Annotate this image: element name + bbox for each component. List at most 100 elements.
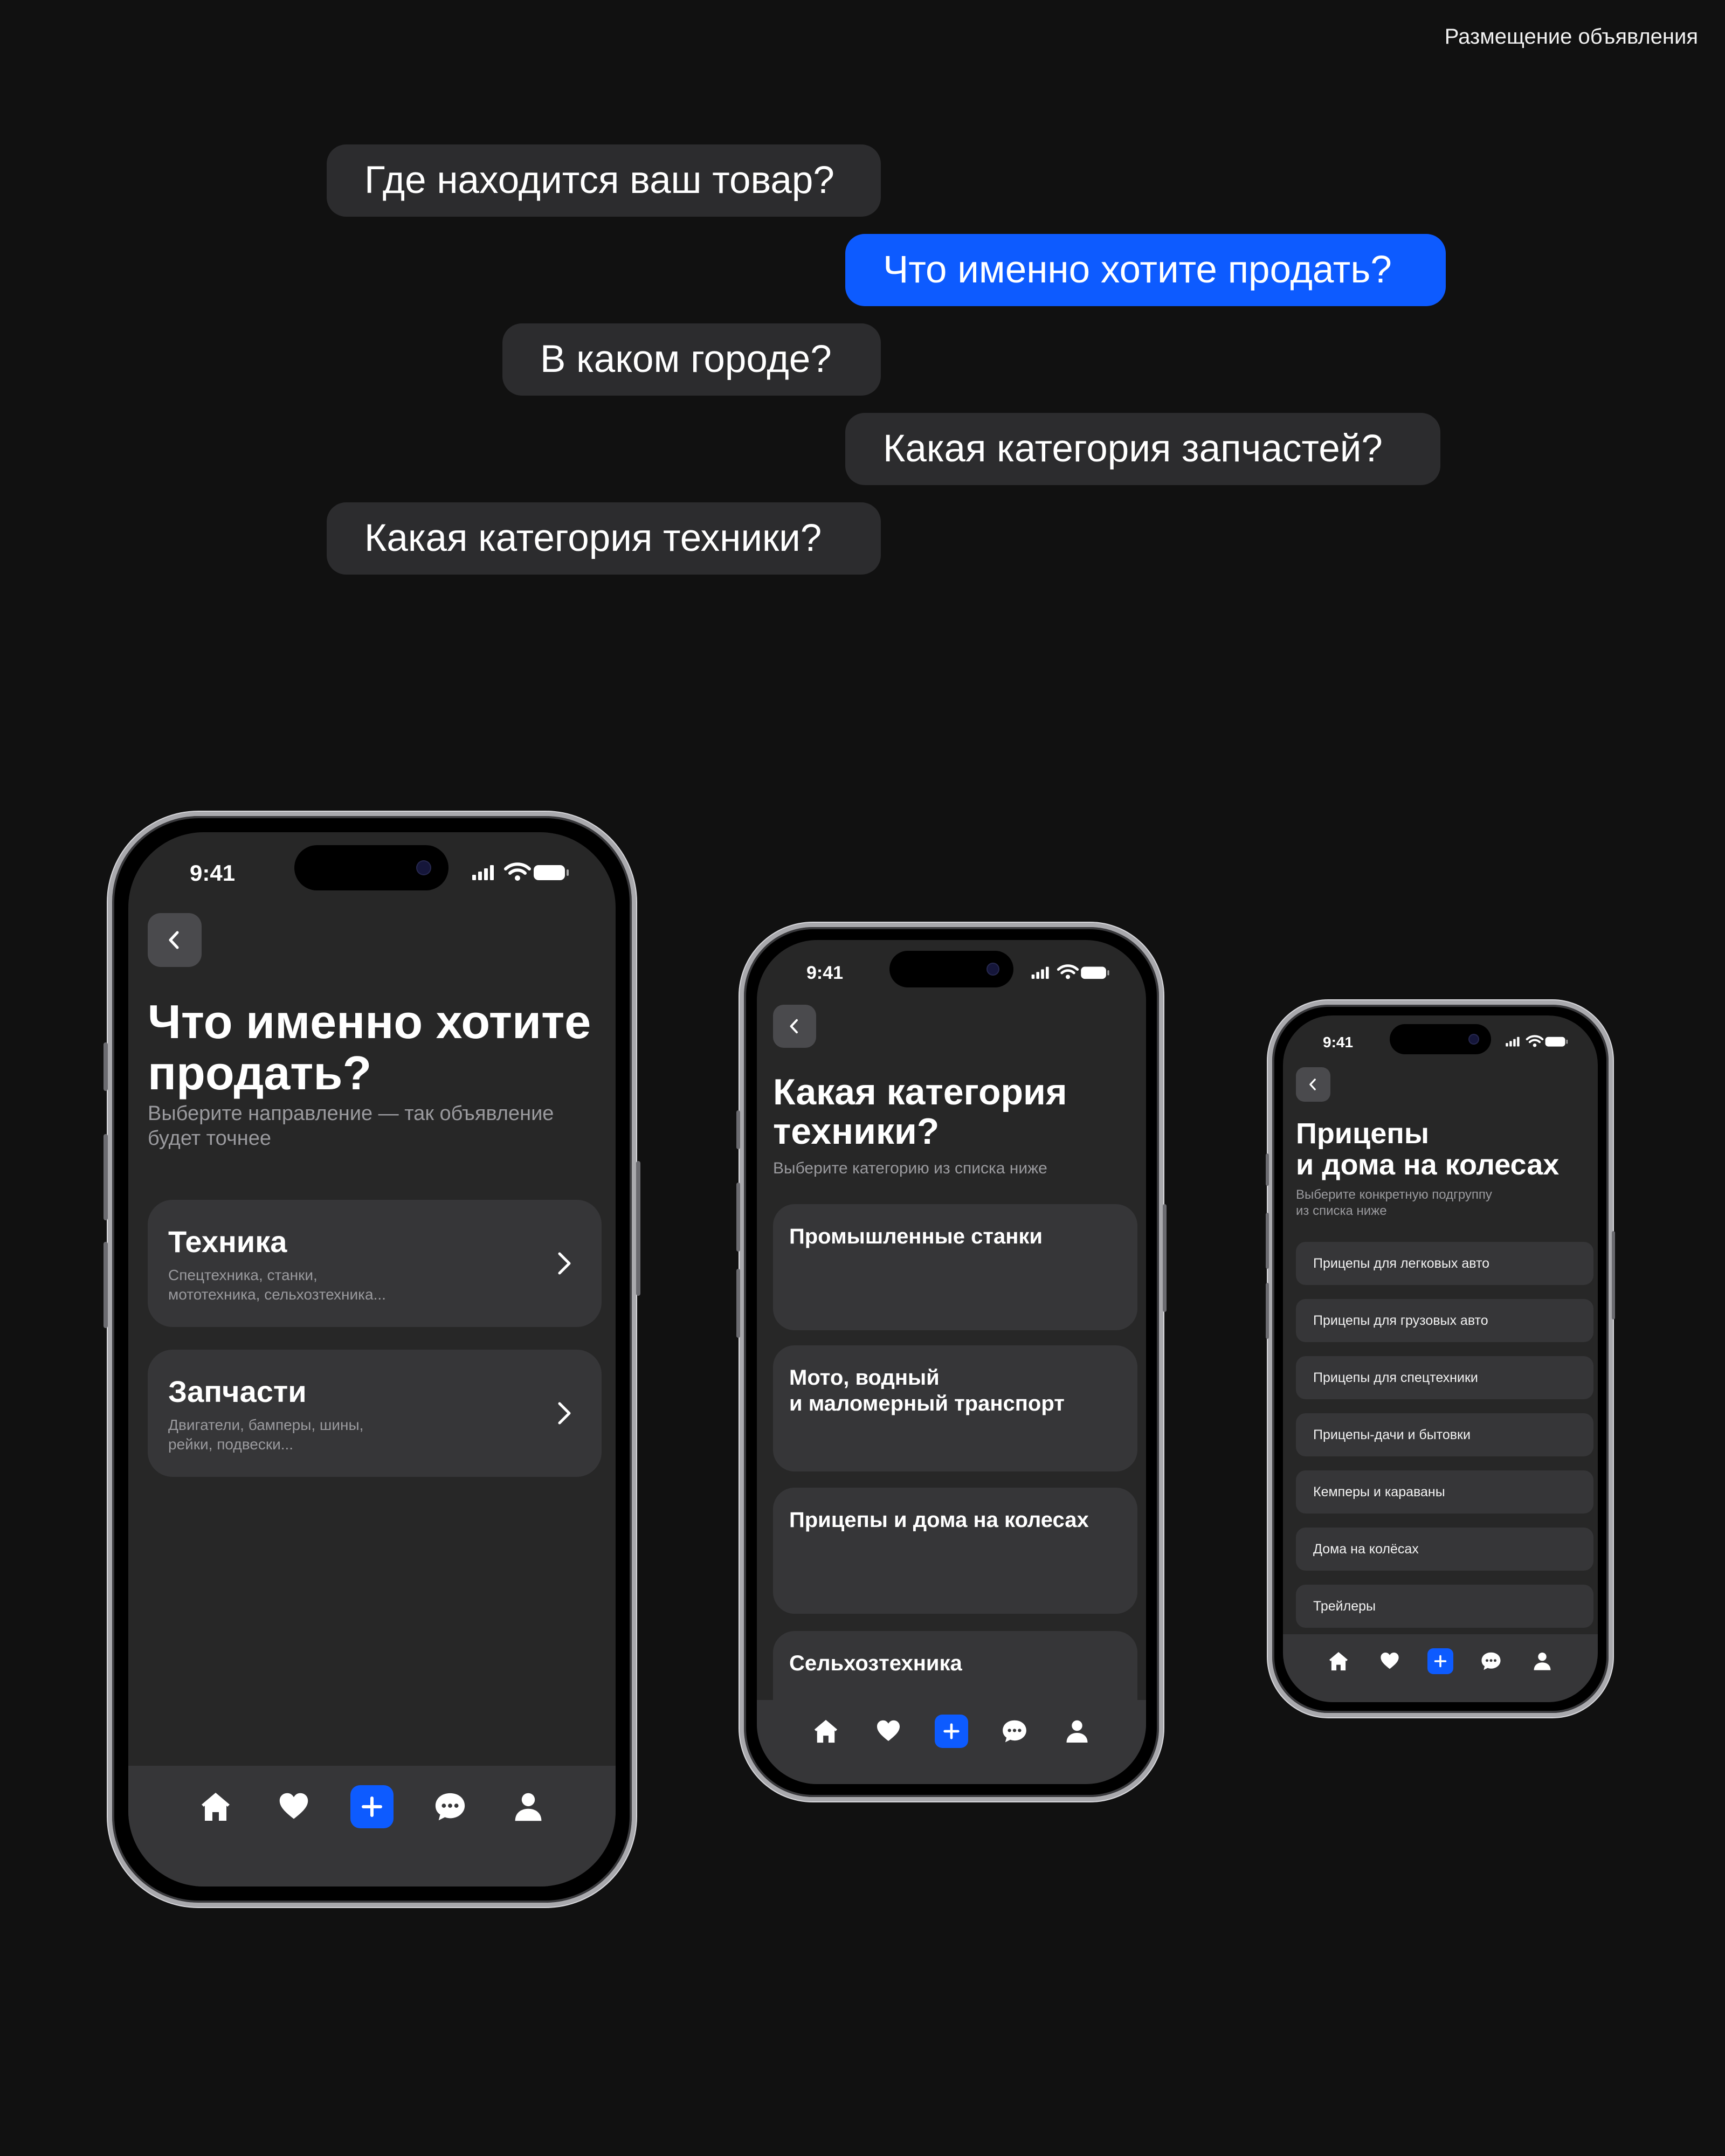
tab-profile[interactable] (507, 1785, 550, 1828)
category-card-equipment[interactable]: Техника Спецтехника, станки, мототехника… (148, 1200, 602, 1327)
tab-bar (128, 1766, 616, 1887)
category-card-industrial-machines[interactable]: Промышленные станки (773, 1204, 1137, 1330)
phone3-screen: 9:41 Прицепы и дома на колесах Выберите … (1283, 1015, 1598, 1702)
subgroup-item[interactable]: Прицепы для спецтехники (1296, 1356, 1593, 1399)
subgroup-label: Дома на колёсах (1313, 1542, 1419, 1557)
subgroup-item[interactable]: Прицепы для легковых авто (1296, 1242, 1593, 1285)
tab-favorites[interactable] (872, 1715, 905, 1747)
tab-messages[interactable] (998, 1715, 1031, 1747)
status-time: 9:41 (1323, 1034, 1354, 1051)
phone-mockup-2: 9:41 Какая категория техники? Выберите к… (736, 923, 1167, 1801)
heart-icon (279, 1793, 308, 1819)
home-icon (814, 1719, 838, 1743)
card-description: Спецтехника, станки, мототехника, сельхо… (168, 1267, 386, 1303)
category-card-trailers[interactable]: Прицепы и дома на колесах (773, 1488, 1137, 1614)
back-button[interactable] (1296, 1067, 1330, 1102)
tab-favorites[interactable] (1377, 1648, 1403, 1674)
wifi-icon (1526, 1035, 1544, 1047)
question-bubble-location[interactable]: Где находится ваш товар? (327, 144, 881, 217)
card-title: Сельхозтехника (789, 1651, 962, 1675)
tab-add[interactable] (350, 1785, 394, 1828)
subgroup-label: Прицепы для легковых авто (1313, 1256, 1490, 1271)
page-subtitle: Выберите категорию из списка ниже (773, 1159, 1047, 1177)
card-title: Мото, водный и маломерный транспорт (789, 1366, 1065, 1415)
status-icons (1031, 964, 1110, 980)
chevron-left-icon (169, 931, 179, 949)
card-title: Прицепы и дома на колесах (789, 1508, 1089, 1532)
chevron-right-icon (558, 1402, 571, 1425)
profile-icon (515, 1793, 541, 1821)
signal-icon (1031, 966, 1049, 979)
plus-icon (943, 1723, 960, 1739)
tab-messages[interactable] (429, 1785, 472, 1828)
subgroup-label: Трейлеры (1313, 1599, 1376, 1614)
home-icon (202, 1793, 230, 1821)
home-icon (1329, 1651, 1348, 1671)
subgroup-item[interactable]: Кемперы и караваны (1296, 1470, 1593, 1514)
wifi-icon (504, 862, 531, 881)
back-button[interactable] (148, 913, 202, 967)
signal-icon (1506, 1036, 1520, 1047)
tab-bar (757, 1700, 1146, 1784)
status-time: 9:41 (806, 963, 844, 983)
tab-profile[interactable] (1061, 1715, 1093, 1747)
subgroup-item[interactable]: Прицепы-дачи и бытовки (1296, 1413, 1593, 1456)
chat-icon (435, 1793, 465, 1821)
card-title: Промышленные станки (789, 1225, 1043, 1248)
page-title: Что именно хотите продать? (148, 995, 591, 1100)
chevron-left-icon (790, 1019, 798, 1034)
chat-icon (1481, 1652, 1501, 1670)
tab-home[interactable] (1326, 1648, 1351, 1674)
question-bubble-what-to-sell[interactable]: Что именно хотите продать? (845, 234, 1446, 306)
phone-mockup-1: 9:41 Что именно хотите продать? Выберите… (104, 812, 640, 1907)
chevron-left-icon (1309, 1079, 1316, 1090)
wifi-icon (1057, 964, 1079, 979)
back-button[interactable] (773, 1005, 816, 1048)
tab-home[interactable] (194, 1785, 237, 1828)
question-bubble-equipment-category[interactable]: Какая категория техники? (327, 502, 881, 575)
tab-bar (1283, 1634, 1598, 1702)
subgroup-item[interactable]: Дома на колёсах (1296, 1528, 1593, 1571)
subgroup-label: Кемперы и караваны (1313, 1484, 1445, 1499)
chevron-right-icon (558, 1252, 571, 1275)
profile-icon (1534, 1652, 1551, 1670)
status-icons (1505, 1035, 1569, 1048)
status-time: 9:41 (190, 860, 236, 886)
tab-messages[interactable] (1478, 1648, 1504, 1674)
question-bubble-city[interactable]: В каком городе? (502, 323, 881, 396)
battery-icon (1545, 1036, 1568, 1047)
category-card-moto-water-transport[interactable]: Мото, водный и маломерный транспорт (773, 1345, 1137, 1471)
phone1-screen: 9:41 Что именно хотите продать? Выберите… (128, 832, 616, 1887)
card-description: Двигатели, бамперы, шины, рейки, подвеск… (168, 1416, 364, 1453)
page-title: Какая категория техники? (773, 1072, 1067, 1152)
subgroup-label: Прицепы для спецтехники (1313, 1370, 1478, 1385)
plus-icon (361, 1796, 382, 1817)
profile-icon (1066, 1720, 1088, 1743)
page-subtitle: Выберите конкретную подгруппу из списка … (1296, 1187, 1492, 1218)
question-bubble-parts-category[interactable]: Какая категория запчастей? (845, 413, 1440, 485)
subgroup-label: Прицепы для грузовых авто (1313, 1313, 1488, 1328)
subgroup-item[interactable]: Трейлеры (1296, 1585, 1593, 1628)
tab-profile[interactable] (1529, 1648, 1555, 1674)
tab-add[interactable] (1427, 1648, 1453, 1674)
heart-icon (1380, 1652, 1399, 1669)
card-title: Техника (168, 1225, 287, 1259)
tab-home[interactable] (810, 1715, 842, 1747)
phone-mockup-3: 9:41 Прицепы и дома на колесах Выберите … (1266, 1000, 1615, 1717)
chat-icon (1003, 1720, 1026, 1743)
plus-icon (1434, 1655, 1447, 1668)
signal-icon (472, 865, 494, 880)
subgroup-label: Прицепы-дачи и бытовки (1313, 1427, 1471, 1442)
heart-icon (877, 1720, 900, 1741)
card-title: Запчасти (168, 1374, 307, 1408)
subgroup-item[interactable]: Прицепы для грузовых авто (1296, 1299, 1593, 1342)
battery-icon (534, 865, 569, 880)
page-header-label: Размещение объявления (1444, 25, 1698, 49)
tab-favorites[interactable] (272, 1785, 315, 1828)
page-subtitle: Выберите направление — так объявление бу… (148, 1102, 554, 1150)
category-card-parts[interactable]: Запчасти Двигатели, бамперы, шины, рейки… (148, 1350, 602, 1477)
tab-add[interactable] (935, 1715, 968, 1748)
battery-icon (1081, 966, 1109, 979)
phone2-screen: 9:41 Какая категория техники? Выберите к… (757, 940, 1146, 1784)
status-icons (471, 862, 570, 882)
